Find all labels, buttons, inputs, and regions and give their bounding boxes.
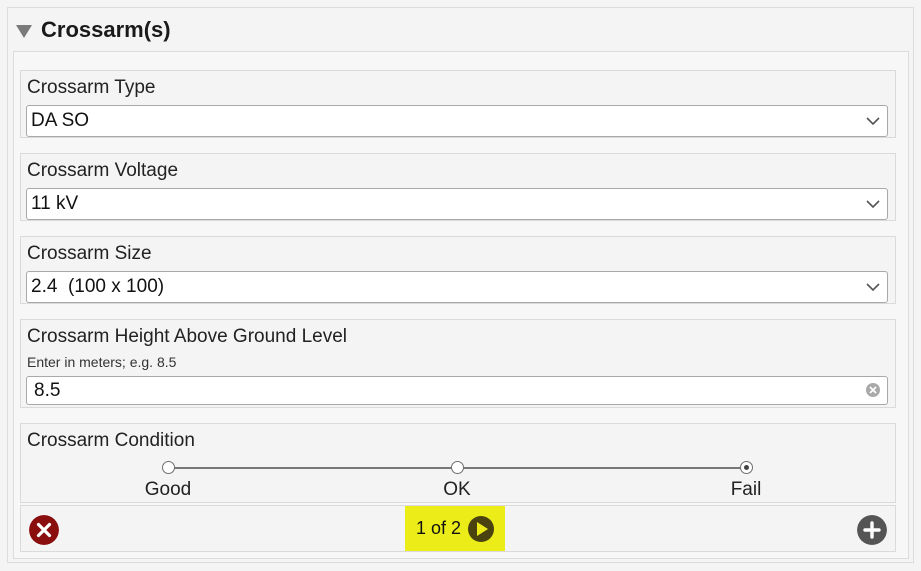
record-pager: 1 of 2 <box>405 506 505 551</box>
chevron-down-icon[interactable] <box>865 196 881 212</box>
crossarm-record-panel: Crossarm Type DA SO Crossarm Voltage 11 … <box>13 51 909 559</box>
crossarm-voltage-field: Crossarm Voltage 11 kV <box>20 153 896 221</box>
crossarm-type-select[interactable]: DA SO <box>26 105 888 137</box>
plus-circle-icon[interactable] <box>857 515 887 545</box>
condition-label-good[interactable]: Good <box>145 479 191 501</box>
pager-text: 1 of 2 <box>415 518 462 538</box>
section-title: Crossarm(s) <box>41 17 171 42</box>
chevron-down-icon[interactable] <box>865 279 881 295</box>
crossarm-voltage-value: 11 kV <box>31 193 79 214</box>
crossarm-height-hint: Enter in meters; e.g. 8.5 <box>27 354 177 370</box>
crossarm-size-value: 2.4 (100 x 100) <box>31 276 165 297</box>
crossarm-height-label: Crossarm Height Above Ground Level <box>27 326 347 347</box>
chevron-down-icon[interactable] <box>865 113 881 129</box>
crossarm-size-label: Crossarm Size <box>27 243 152 264</box>
crossarm-height-value: 8.5 <box>34 379 61 401</box>
crossarm-type-field: Crossarm Type DA SO <box>20 70 896 138</box>
crossarm-height-input[interactable]: 8.5 <box>26 376 888 405</box>
condition-stop-ok[interactable] <box>451 461 464 474</box>
crossarm-condition-field: Crossarm Condition Good OK Fail <box>20 423 896 503</box>
crossarm-section: Crossarm(s) Crossarm Type DA SO Crossarm… <box>7 7 914 563</box>
crossarm-height-field: Crossarm Height Above Ground Level Enter… <box>20 319 896 408</box>
crossarm-voltage-label: Crossarm Voltage <box>27 160 179 181</box>
close-circle-icon[interactable] <box>29 515 59 545</box>
section-header[interactable]: Crossarm(s) <box>16 16 171 44</box>
crossarm-type-value: DA SO <box>31 110 90 131</box>
crossarm-voltage-select[interactable]: 11 kV <box>26 188 888 220</box>
crossarm-size-field: Crossarm Size 2.4 (100 x 100) <box>20 236 896 304</box>
play-next-icon[interactable] <box>468 515 495 542</box>
crossarm-size-select[interactable]: 2.4 (100 x 100) <box>26 271 888 303</box>
triangle-down-icon[interactable] <box>16 24 32 38</box>
record-footer: 1 of 2 <box>20 505 896 552</box>
clear-icon[interactable] <box>865 382 881 398</box>
crossarm-type-label: Crossarm Type <box>27 77 156 98</box>
condition-label-ok[interactable]: OK <box>443 479 470 501</box>
crossarm-condition-label: Crossarm Condition <box>27 430 195 451</box>
condition-label-fail[interactable]: Fail <box>731 479 762 501</box>
condition-stop-good[interactable] <box>162 461 175 474</box>
condition-stop-fail[interactable] <box>740 461 753 474</box>
